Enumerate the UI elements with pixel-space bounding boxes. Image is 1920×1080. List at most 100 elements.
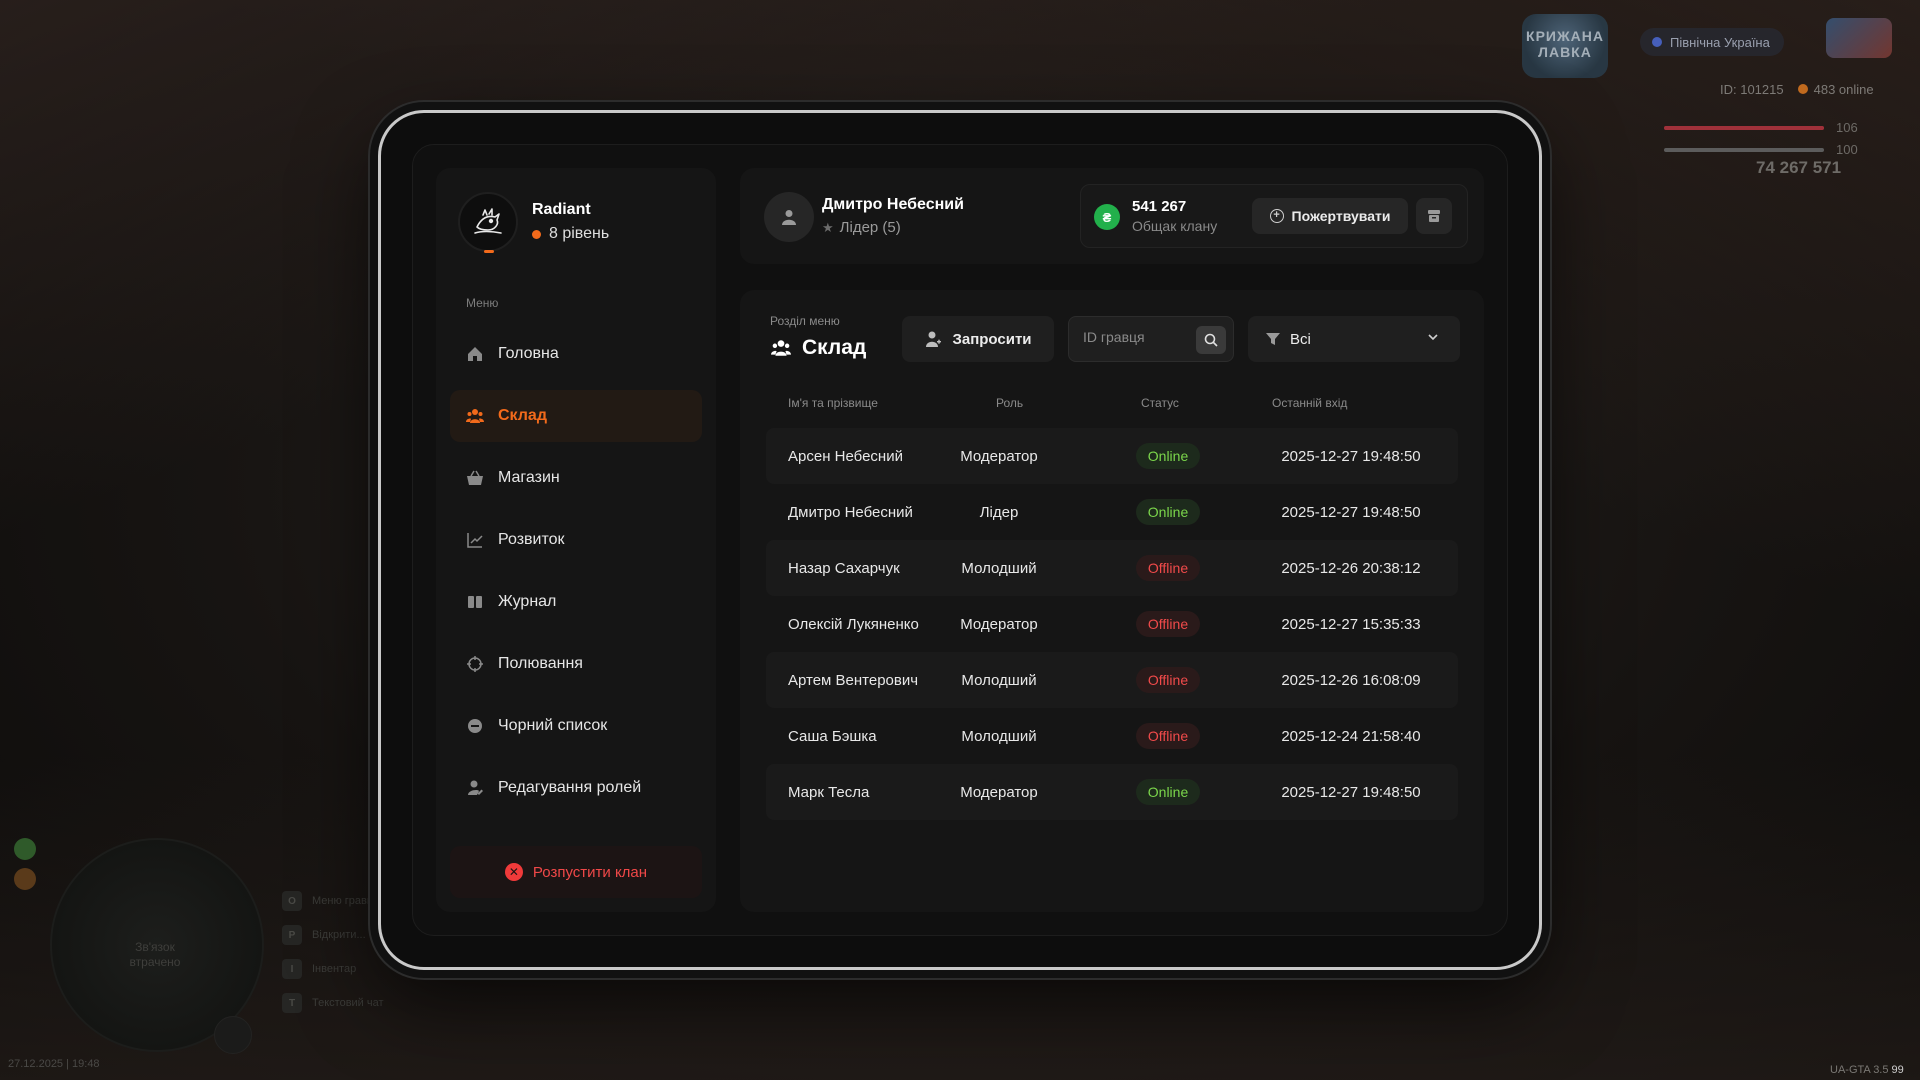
- member-role: Модератор: [960, 783, 1038, 801]
- server-label: Північна Україна: [1670, 34, 1770, 50]
- donate-button[interactable]: + Пожертвувати: [1252, 198, 1408, 234]
- clan-logo-icon: [458, 192, 518, 253]
- fps-text: 99: [1891, 1064, 1904, 1076]
- member-name: Саша Бэшка: [788, 727, 877, 745]
- hud-version: UA-GTA 3.5 99: [1830, 1064, 1904, 1076]
- status-badge: Offline: [1135, 555, 1201, 581]
- sidebar-item-hunting[interactable]: Полювання: [450, 638, 702, 690]
- member-last-login: 2025-12-26 16:08:09: [1281, 671, 1421, 689]
- sidebar-item-role-editing[interactable]: Редагування ролей: [450, 762, 702, 814]
- hint-label: Інвентар: [312, 963, 357, 975]
- sidebar-item-members[interactable]: Склад: [450, 390, 702, 442]
- member-name: Артем Вентерович: [788, 671, 919, 689]
- clan-name: Radiant: [532, 201, 591, 218]
- member-name: Назар Сахарчук: [788, 559, 900, 577]
- star-icon: ★: [822, 219, 834, 235]
- member-role: Молодший: [961, 727, 1037, 745]
- table-row[interactable]: Артем Вентерович Молодший Offline 2025-1…: [766, 652, 1458, 708]
- clan-level: 8 рівень: [532, 225, 609, 243]
- table-row[interactable]: Дмитро Небесний Лідер Online 2025-12-27 …: [766, 484, 1458, 540]
- sidebar-item-blacklist[interactable]: Чорний список: [450, 700, 702, 752]
- hint-key: O: [282, 891, 302, 911]
- bank-amount: 541 267: [1132, 198, 1187, 215]
- player-money: 74 267 571: [1756, 158, 1842, 177]
- sidebar-item-label: Магазин: [498, 469, 560, 486]
- user-role: ★ Лідер (5): [822, 219, 901, 236]
- member-role: Модератор: [960, 447, 1038, 465]
- hint-label: Відкрити...: [312, 929, 366, 941]
- disband-clan-button[interactable]: ✕ Розпустити клан: [450, 846, 702, 898]
- table-header: Ім'я та прізвище Роль Статус Останній вх…: [766, 396, 1458, 416]
- table-row[interactable]: Арсен Небесний Модератор Online 2025-12-…: [766, 428, 1458, 484]
- status-badge: Offline: [1135, 611, 1201, 637]
- member-status: Offline: [1120, 652, 1216, 708]
- online-dot-icon: [1797, 84, 1808, 94]
- column-name-header: Ім'я та прізвище: [788, 396, 878, 410]
- status-badge: Online: [1135, 443, 1201, 469]
- hint-row: P Відкрити...: [282, 918, 384, 952]
- member-name: Марк Тесла: [788, 783, 870, 801]
- hint-key: T: [282, 993, 302, 1013]
- storage-box-button[interactable]: [1416, 198, 1452, 234]
- status-badge: Offline: [1135, 723, 1201, 749]
- close-icon: ✕: [504, 863, 523, 881]
- member-name: Олексій Лукяненко: [788, 615, 919, 633]
- column-status-header: Статус: [1141, 396, 1179, 410]
- event-badge: [1826, 18, 1892, 58]
- online-count: 483 online: [1797, 82, 1874, 97]
- members-table: Арсен Небесний Модератор Online 2025-12-…: [766, 428, 1458, 820]
- chevron-down-icon: [1428, 334, 1438, 341]
- sidebar-item-shop[interactable]: Магазин: [450, 452, 702, 504]
- members-icon: [466, 407, 484, 425]
- search-button[interactable]: [1196, 326, 1226, 354]
- health-value: 106: [1836, 120, 1858, 135]
- clan-level-text: 8 рівень: [549, 225, 610, 242]
- sidebar-item-home[interactable]: Головна: [450, 328, 702, 380]
- hint-row: I Інвентар: [282, 952, 384, 986]
- sidebar-item-development[interactable]: Розвиток: [450, 514, 702, 566]
- filter-value: Всі: [1290, 330, 1311, 348]
- member-role: Модератор: [960, 615, 1038, 633]
- table-row[interactable]: Назар Сахарчук Молодший Offline 2025-12-…: [766, 540, 1458, 596]
- bank-label: Общак клану: [1132, 218, 1218, 234]
- status-heart-icon: [14, 838, 36, 860]
- donate-label: Пожертвувати: [1291, 208, 1391, 224]
- hint-label: Текстовий чат: [312, 997, 384, 1009]
- member-last-login: 2025-12-27 19:48:50: [1281, 503, 1421, 521]
- member-name: Арсен Небесний: [788, 447, 903, 465]
- table-row[interactable]: Саша Бэшка Молодший Offline 2025-12-24 2…: [766, 708, 1458, 764]
- search-icon: [1204, 333, 1218, 347]
- member-status: Offline: [1120, 596, 1216, 652]
- radar-status-icons: [14, 838, 38, 896]
- sidebar-item-journal[interactable]: Журнал: [450, 576, 702, 628]
- clan-header: Radiant 8 рівень: [458, 192, 609, 253]
- sidebar-item-label: Журнал: [498, 593, 557, 610]
- status-badge: Offline: [1135, 667, 1201, 693]
- shop-basket-icon: [466, 469, 484, 487]
- member-last-login: 2025-12-26 20:38:12: [1281, 559, 1421, 577]
- sidebar-item-label: Чорний список: [498, 717, 608, 734]
- member-role: Молодший: [961, 559, 1037, 577]
- search-input[interactable]: [1083, 329, 1193, 345]
- member-last-login: 2025-12-27 19:48:50: [1281, 447, 1421, 465]
- add-user-icon: [926, 331, 942, 347]
- table-row[interactable]: Марк Тесла Модератор Online 2025-12-27 1…: [766, 764, 1458, 820]
- hint-row: O Меню гравця: [282, 884, 384, 918]
- member-status: Online: [1120, 428, 1216, 484]
- level-dot-icon: [532, 229, 541, 239]
- user-name: Дмитро Небесний: [822, 196, 964, 213]
- hint-key: I: [282, 959, 302, 979]
- sidebar-item-label: Редагування ролей: [498, 779, 642, 796]
- members-icon: [771, 340, 791, 356]
- online-count-text: 483 online: [1813, 82, 1874, 97]
- microphone-icon: [214, 1016, 252, 1054]
- server-dot-icon: [1652, 37, 1662, 47]
- status-filter-select[interactable]: Всі: [1248, 316, 1460, 362]
- table-row[interactable]: Олексій Лукяненко Модератор Offline 2025…: [766, 596, 1458, 652]
- armor-value: 100: [1836, 142, 1858, 157]
- hint-key: P: [282, 925, 302, 945]
- box-icon: [1428, 210, 1440, 222]
- crosshair-icon: [466, 655, 484, 673]
- sidebar-item-label: Склад: [498, 407, 547, 424]
- invite-button[interactable]: Запросити: [902, 316, 1054, 362]
